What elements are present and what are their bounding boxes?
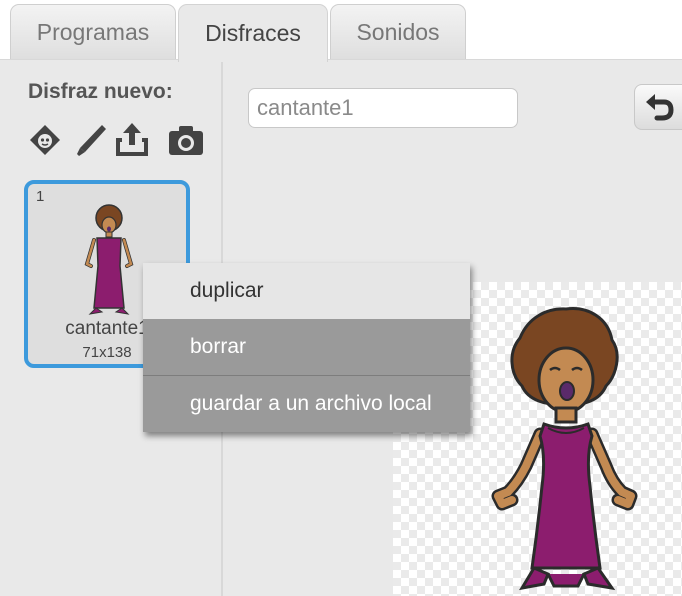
tab-label: Programas xyxy=(36,19,150,45)
tab-label: Disfraces xyxy=(205,20,301,46)
tab-programas[interactable]: Programas xyxy=(10,4,176,60)
upload-icon[interactable] xyxy=(112,120,152,160)
tab-bar: Programas Disfraces Sonidos xyxy=(0,0,682,62)
menu-item-label: duplicar xyxy=(190,279,264,302)
costume-name-input[interactable] xyxy=(248,88,518,128)
costume-number: 1 xyxy=(36,188,45,205)
menu-item-duplicar[interactable]: duplicar xyxy=(143,263,470,319)
menu-item-borrar[interactable]: borrar xyxy=(143,319,470,375)
camera-icon[interactable] xyxy=(166,120,206,160)
menu-item-label: borrar xyxy=(190,335,247,358)
menu-item-guardar[interactable]: guardar a un archivo local xyxy=(143,376,470,432)
costume-sprite-image xyxy=(491,307,638,591)
new-costume-title: Disfraz nuevo: xyxy=(28,80,173,103)
costume-thumbnail-image xyxy=(84,204,134,315)
costume-context-menu: duplicar borrar guardar a un archivo loc… xyxy=(143,263,470,432)
tab-sonidos[interactable]: Sonidos xyxy=(330,4,466,60)
undo-icon xyxy=(645,94,674,121)
paint-brush-icon[interactable] xyxy=(71,120,111,160)
sprite-library-icon[interactable] xyxy=(25,120,65,160)
tab-disfraces[interactable]: Disfraces xyxy=(178,4,328,62)
undo-button[interactable] xyxy=(634,84,682,130)
tab-label: Sonidos xyxy=(356,19,440,45)
menu-item-label: guardar a un archivo local xyxy=(190,392,432,415)
